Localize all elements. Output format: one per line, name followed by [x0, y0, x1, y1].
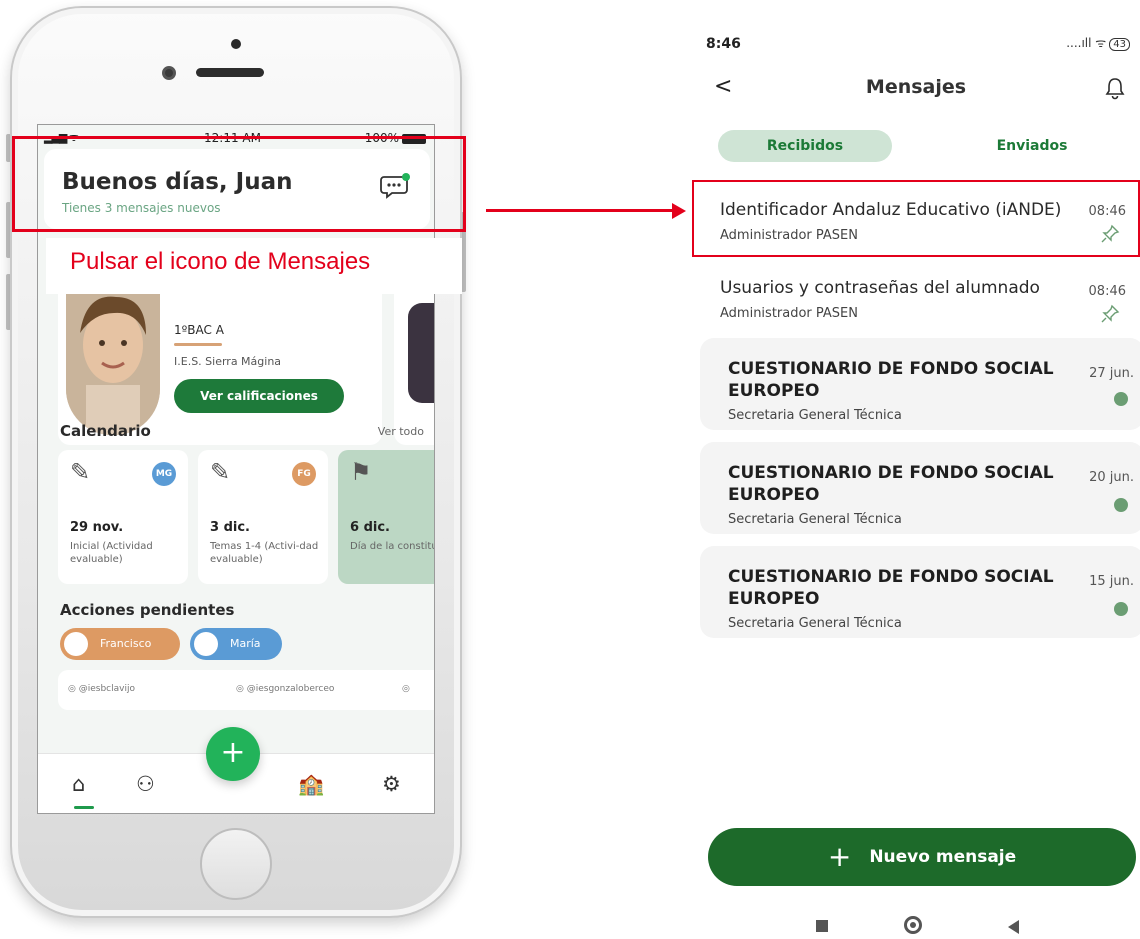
calendar-card[interactable]: ✎ FG 3 dic. Temas 1-4 (Activi-dad evalua…	[198, 450, 328, 584]
android-nav-bar	[692, 916, 1140, 939]
instagram-icon[interactable]: ◎	[402, 684, 410, 694]
sensor-dot	[231, 39, 241, 49]
plus-icon: +	[827, 840, 852, 873]
exam-pencil-icon: ✎	[70, 458, 91, 486]
student-card-next[interactable]	[394, 275, 434, 445]
add-fab-button[interactable]: +	[206, 727, 260, 781]
next-student-avatar	[408, 303, 434, 403]
message-date: 08:46	[1088, 284, 1126, 299]
arrow-head-icon	[672, 203, 686, 219]
student-photo	[66, 275, 160, 435]
bell-icon[interactable]	[1104, 76, 1126, 100]
student-avatar	[66, 275, 160, 435]
calendar-card[interactable]: ⚑ 6 dic. Día de la constitución	[338, 450, 434, 584]
instagram-link[interactable]: ◎ @iesgonzaloberceo	[236, 684, 334, 694]
calendar-desc: Temas 1-4 (Activi-dad evaluable)	[210, 541, 319, 565]
message-date: 20 jun.	[1089, 470, 1134, 485]
people-icon[interactable]: ⚇	[136, 772, 155, 796]
view-grades-button[interactable]: Ver calificaciones	[174, 379, 344, 413]
messages-screen: 8:46 ....ıll ᯤ 43 < Mensajes Recibidos En…	[692, 0, 1140, 939]
message-title: CUESTIONARIO DE FONDO SOCIAL EUROPEO	[728, 358, 1054, 402]
new-message-label: Nuevo mensaje	[869, 847, 1017, 867]
message-title: Usuarios y contraseñas del alumnado	[720, 278, 1040, 298]
message-row[interactable]: CUESTIONARIO DE FONDO SOCIAL EUROPEO Secr…	[700, 442, 1140, 534]
highlight-message-box	[692, 180, 1140, 257]
pending-actions-title: Acciones pendientes	[60, 601, 235, 619]
bunting-icon: ⚑	[350, 458, 372, 486]
earpiece-speaker	[196, 68, 264, 77]
instagram-link[interactable]: ◎ @iesbclavijo	[68, 684, 135, 694]
message-title-line: EUROPEO	[728, 485, 820, 505]
toggle-knob	[194, 632, 218, 656]
social-links: ◎ @iesbclavijo ◎ @iesgonzaloberceo ◎	[58, 670, 434, 710]
wifi-icon: ᯤ	[1095, 36, 1107, 50]
pill-label: Francisco	[100, 637, 152, 650]
recents-icon[interactable]	[816, 920, 828, 932]
back-triangle-icon[interactable]	[1008, 920, 1019, 934]
message-title-line: CUESTIONARIO DE FONDO SOCIAL	[728, 567, 1054, 587]
exam-pencil-icon: ✎	[210, 458, 231, 486]
front-camera	[162, 66, 176, 80]
student-filter-pill[interactable]: María	[190, 628, 282, 660]
android-status-bar: 8:46 ....ıll ᯤ 43	[692, 0, 1140, 60]
message-sender: Secretaria General Técnica	[728, 616, 902, 631]
callout-label: Pulsar el icono de Mensajes	[46, 238, 462, 294]
unread-dot	[1114, 392, 1128, 406]
tab-sent[interactable]: Enviados	[972, 130, 1092, 162]
teacher-badge: FG	[292, 462, 316, 486]
student-card: 1ºBAC A I.E.S. Sierra Mágina Ver calific…	[58, 275, 382, 445]
home-button[interactable]	[200, 828, 272, 900]
home-icon[interactable]: ⌂	[72, 772, 85, 796]
message-row[interactable]: CUESTIONARIO DE FONDO SOCIAL EUROPEO Secr…	[700, 546, 1140, 638]
student-class: 1ºBAC A	[174, 323, 224, 337]
instagram-handle: @iesgonzaloberceo	[246, 684, 335, 694]
message-title: CUESTIONARIO DE FONDO SOCIAL EUROPEO	[728, 462, 1054, 506]
message-sender: Secretaria General Técnica	[728, 408, 902, 423]
student-color-bar	[174, 343, 222, 346]
message-date: 27 jun.	[1089, 366, 1134, 381]
battery-icon: 43	[1109, 38, 1130, 51]
message-title-line: EUROPEO	[728, 589, 820, 609]
unread-dot	[1114, 498, 1128, 512]
calendar-desc: Día de la constitución	[350, 541, 434, 552]
screen-title: Mensajes	[865, 76, 967, 98]
active-tab-indicator	[74, 806, 94, 809]
highlight-greeting-box	[12, 136, 466, 232]
message-row[interactable]: Usuarios y contraseñas del alumnado Admi…	[692, 262, 1140, 336]
calendar-date: 6 dic.	[350, 520, 390, 535]
new-message-button[interactable]: + Nuevo mensaje	[708, 828, 1136, 886]
message-date: 15 jun.	[1089, 574, 1134, 589]
calendar-title: Calendario	[60, 422, 151, 440]
message-title-line: EUROPEO	[728, 381, 820, 401]
home-circle-icon[interactable]	[904, 916, 922, 934]
teacher-badge: MG	[152, 462, 176, 486]
callout-arrow	[486, 209, 676, 212]
unread-dot	[1114, 602, 1128, 616]
pin-icon[interactable]	[1100, 304, 1120, 324]
message-sender: Administrador PASEN	[720, 306, 858, 321]
calendar-date: 29 nov.	[70, 520, 124, 535]
calendar-date: 3 dic.	[210, 520, 250, 535]
settings-icon[interactable]: ⚙	[382, 772, 401, 796]
status-icons: ....ıll ᯤ 43	[1066, 34, 1130, 51]
message-title: CUESTIONARIO DE FONDO SOCIAL EUROPEO	[728, 566, 1054, 610]
message-title-line: CUESTIONARIO DE FONDO SOCIAL	[728, 463, 1054, 483]
pill-label: María	[230, 637, 261, 650]
status-time: 8:46	[706, 36, 741, 52]
message-row[interactable]: CUESTIONARIO DE FONDO SOCIAL EUROPEO Secr…	[700, 338, 1140, 430]
calendar-see-all-link[interactable]: Ver todo	[378, 425, 424, 438]
message-sender: Secretaria General Técnica	[728, 512, 902, 527]
student-school: I.E.S. Sierra Mágina	[174, 355, 282, 368]
calendar-desc: Inicial (Actividad evaluable)	[70, 541, 153, 565]
school-icon[interactable]: 🏫	[298, 772, 324, 797]
student-filter-pill[interactable]: Francisco	[60, 628, 180, 660]
tab-received[interactable]: Recibidos	[718, 130, 892, 162]
toggle-knob	[64, 632, 88, 656]
signal-icon: ....ıll	[1066, 36, 1092, 50]
message-title-line: CUESTIONARIO DE FONDO SOCIAL	[728, 359, 1054, 379]
instagram-handle: @iesbclavijo	[78, 684, 135, 694]
calendar-card[interactable]: ✎ MG 29 nov. Inicial (Actividad evaluabl…	[58, 450, 188, 584]
